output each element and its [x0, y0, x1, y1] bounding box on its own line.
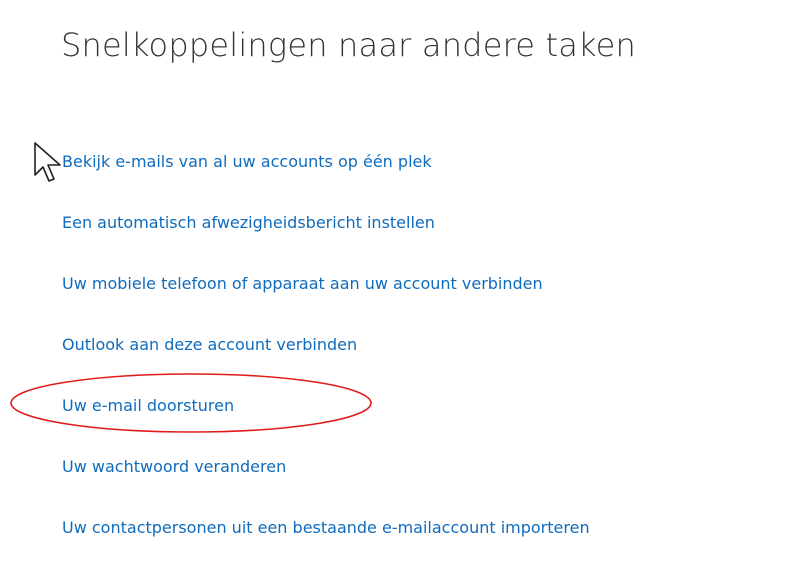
list-item: Uw mobiele telefoon of apparaat aan uw a…	[62, 266, 590, 327]
link-connect-outlook[interactable]: Outlook aan deze account verbinden	[62, 335, 357, 354]
list-item: Uw contactpersonen uit een bestaande e-m…	[62, 510, 590, 571]
list-item: Uw wachtwoord veranderen	[62, 449, 590, 510]
link-change-password[interactable]: Uw wachtwoord veranderen	[62, 457, 286, 476]
page-title: Snelkoppelingen naar andere taken	[61, 26, 637, 64]
highlight-ellipse	[10, 373, 372, 433]
link-connect-mobile-device[interactable]: Uw mobiele telefoon of apparaat aan uw a…	[62, 274, 543, 293]
link-automatic-reply[interactable]: Een automatisch afwezigheidsbericht inst…	[62, 213, 435, 232]
link-view-all-accounts-email[interactable]: Bekijk e-mails van al uw accounts op één…	[62, 152, 432, 171]
link-import-contacts[interactable]: Uw contactpersonen uit een bestaande e-m…	[62, 518, 590, 537]
mouse-pointer-icon	[34, 142, 61, 182]
quick-links-list: Bekijk e-mails van al uw accounts op één…	[62, 144, 590, 571]
list-item: Een automatisch afwezigheidsbericht inst…	[62, 205, 590, 266]
list-item: Bekijk e-mails van al uw accounts op één…	[62, 144, 590, 205]
